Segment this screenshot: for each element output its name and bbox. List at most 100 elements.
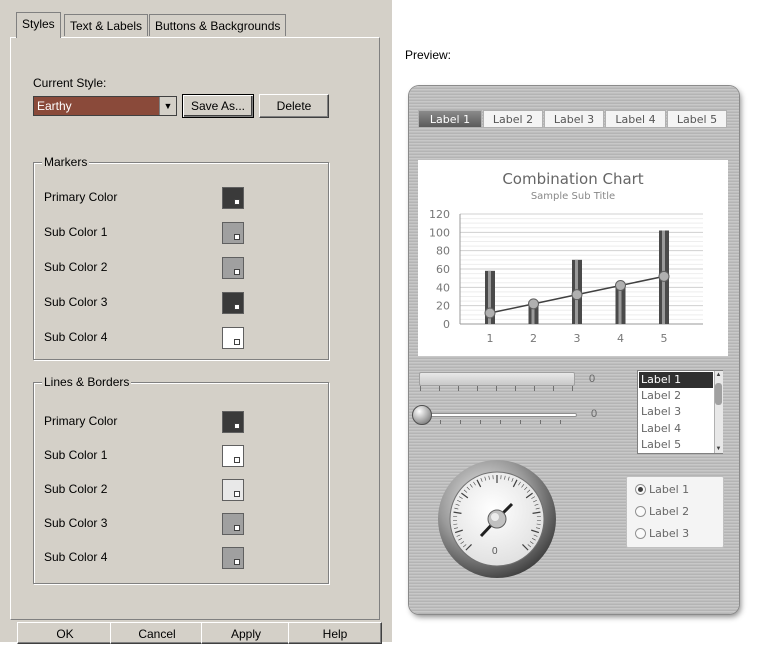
y-tick-label: 60: [436, 263, 450, 276]
current-style-label: Current Style:: [33, 76, 106, 90]
tab-buttons-backgrounds[interactable]: Buttons & Backgrounds: [149, 14, 286, 36]
markers-color-swatch[interactable]: [222, 187, 244, 209]
y-tick-label: 100: [429, 226, 450, 239]
dropdown-arrow-icon: [234, 525, 240, 531]
y-tick-label: 120: [429, 208, 450, 221]
list-item[interactable]: Label 2: [639, 388, 713, 404]
preview-tab-1[interactable]: Label 1: [418, 110, 482, 128]
current-style-select[interactable]: Earthy ▼: [33, 96, 177, 116]
preview-tab-2[interactable]: Label 2: [483, 110, 543, 128]
ok-button[interactable]: OK: [17, 622, 113, 644]
combination-chart: Combination Chart Sample Sub Title 0 20 40 60…: [418, 160, 728, 356]
x-tick-label: 1: [487, 332, 494, 345]
save-as-button[interactable]: Save As...: [182, 94, 254, 118]
preview-tab-5[interactable]: Label 5: [667, 110, 727, 128]
lines-color-swatch[interactable]: [222, 547, 244, 569]
markers-row-label: Sub Color 2: [44, 260, 107, 274]
gauge: 0: [436, 458, 558, 580]
slider-track[interactable]: [421, 413, 577, 417]
help-button[interactable]: Help: [288, 622, 382, 644]
progress-ticks: [420, 386, 574, 391]
lines-row-label: Sub Color 2: [44, 482, 107, 496]
chart-line-point: [485, 308, 495, 318]
radio-item[interactable]: Label 3: [635, 527, 689, 540]
dropdown-arrow-icon: [234, 491, 240, 497]
tab-text-labels[interactable]: Text & Labels: [64, 14, 148, 36]
radio-label: Label 1: [649, 483, 689, 496]
x-tick-label: 4: [617, 332, 624, 345]
chart-line-point: [616, 281, 626, 291]
scroll-down-icon[interactable]: ▼: [715, 445, 722, 453]
list-item[interactable]: Label 5: [639, 437, 713, 453]
lines-color-swatch[interactable]: [222, 513, 244, 535]
slider-ticks: [440, 420, 576, 424]
chart-svg: Combination Chart Sample Sub Title 0 20 40 60…: [418, 160, 728, 356]
markers-color-swatch[interactable]: [222, 292, 244, 314]
radio-label: Label 2: [649, 505, 689, 518]
preview-tab-4[interactable]: Label 4: [605, 110, 666, 128]
tab-styles[interactable]: Styles: [16, 12, 61, 38]
markers-row-label: Sub Color 3: [44, 295, 107, 309]
y-tick-label: 80: [436, 245, 450, 258]
dropdown-arrow-icon: [234, 457, 240, 463]
markers-color-swatch[interactable]: [222, 257, 244, 279]
list-item[interactable]: Label 4: [639, 421, 713, 437]
radio-item[interactable]: Label 1: [635, 483, 689, 496]
chart-title: Combination Chart: [502, 170, 643, 188]
y-tick-label: 20: [436, 300, 450, 313]
cancel-button[interactable]: Cancel: [110, 622, 204, 644]
lines-borders-group-title: Lines & Borders: [42, 375, 131, 389]
chart-subtitle: Sample Sub Title: [531, 191, 615, 202]
markers-color-swatch[interactable]: [222, 327, 244, 349]
lines-row-label: Sub Color 4: [44, 550, 107, 564]
radio-button-icon[interactable]: [635, 484, 646, 495]
dropdown-arrow-icon: [234, 423, 240, 429]
list-item[interactable]: Label 1: [639, 372, 713, 388]
lines-row-label: Sub Color 3: [44, 516, 107, 530]
scroll-up-icon[interactable]: ▲: [715, 371, 722, 379]
delete-button[interactable]: Delete: [259, 94, 329, 118]
dropdown-arrow-icon: [234, 199, 240, 205]
lines-row-label: Sub Color 1: [44, 448, 107, 462]
markers-row-label: Sub Color 1: [44, 225, 107, 239]
markers-row-label: Primary Color: [44, 190, 117, 204]
markers-row-label: Sub Color 4: [44, 330, 107, 344]
markers-color-swatch[interactable]: [222, 222, 244, 244]
apply-button[interactable]: Apply: [201, 622, 291, 644]
chart-line-point: [572, 290, 582, 300]
preview-radio-group: Label 1 Label 2 Label 3: [626, 476, 724, 548]
list-item[interactable]: Label 3: [639, 404, 713, 420]
lines-color-swatch[interactable]: [222, 411, 244, 433]
preview-listbox[interactable]: Label 1Label 2Label 3Label 4Label 5 ▲ ▼: [637, 370, 723, 454]
radio-button-icon[interactable]: [635, 506, 646, 517]
lines-row-label: Primary Color: [44, 414, 117, 428]
y-tick-label: 0: [443, 318, 450, 331]
x-tick-label: 2: [530, 332, 537, 345]
progress-value: 0: [589, 373, 595, 385]
dropdown-arrow-icon: [234, 269, 240, 275]
gauge-value: 0: [492, 546, 498, 557]
chevron-down-icon[interactable]: ▼: [159, 97, 176, 115]
lines-color-swatch[interactable]: [222, 479, 244, 501]
preview-label: Preview:: [405, 48, 451, 62]
radio-label: Label 3: [649, 527, 689, 540]
progress-bar: [419, 372, 575, 386]
radio-item[interactable]: Label 2: [635, 505, 689, 518]
lines-color-swatch[interactable]: [222, 445, 244, 467]
preview-tab-3[interactable]: Label 3: [544, 110, 604, 128]
dropdown-arrow-icon: [234, 304, 240, 310]
dropdown-arrow-icon: [234, 234, 240, 240]
gauge-svg: [436, 458, 558, 580]
x-tick-label: 5: [661, 332, 668, 345]
chart-line-point: [659, 271, 669, 281]
dropdown-arrow-icon: [234, 339, 240, 345]
chart-line-point: [529, 299, 539, 309]
dropdown-arrow-icon: [234, 559, 240, 565]
slider-thumb[interactable]: [412, 405, 432, 425]
current-style-value: Earthy: [37, 99, 72, 113]
x-tick-label: 3: [574, 332, 581, 345]
radio-button-icon[interactable]: [635, 528, 646, 539]
slider-value: 0: [591, 408, 597, 420]
scroll-thumb[interactable]: [715, 383, 722, 405]
y-tick-label: 40: [436, 281, 450, 294]
